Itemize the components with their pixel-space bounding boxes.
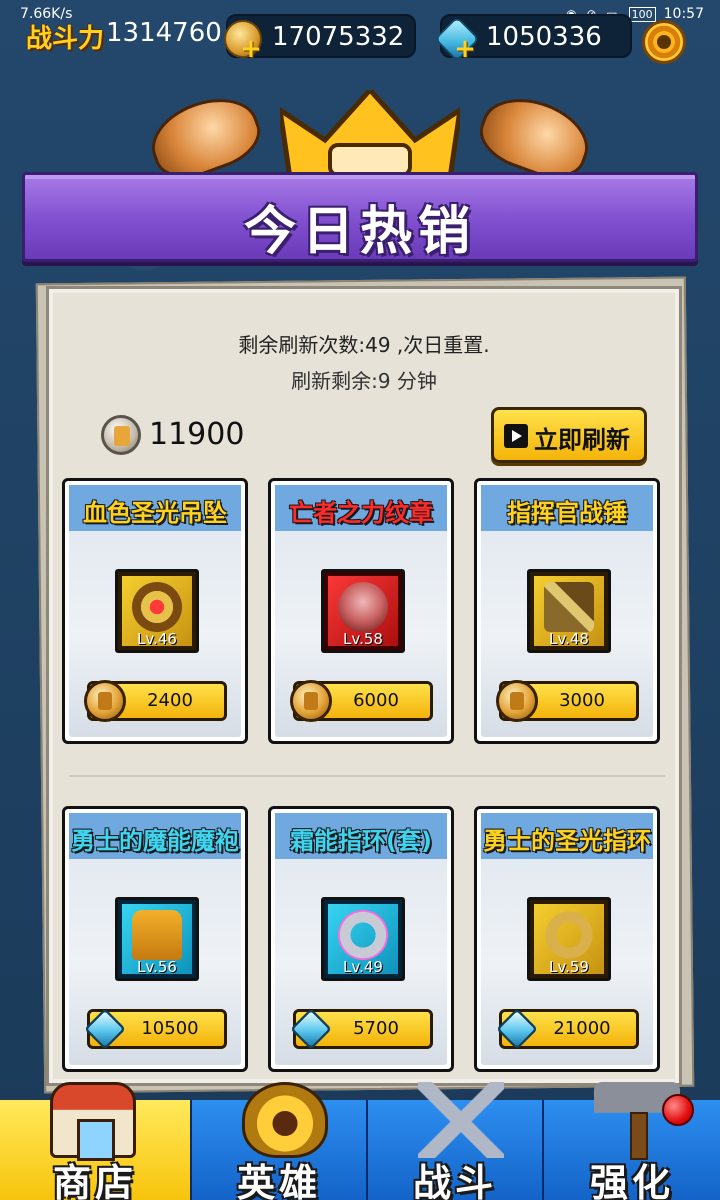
plus-icon[interactable]: + xyxy=(240,36,262,62)
item-icon xyxy=(544,910,594,960)
buy-button[interactable]: 21000 xyxy=(496,1008,639,1050)
tab-label: 强化 xyxy=(589,1160,674,1200)
banner: 今日热销 xyxy=(22,172,698,262)
item-card[interactable]: 勇士的魔能魔袍 Lv.56 10500 xyxy=(62,806,248,1072)
card-body: 血色圣光吊坠 Lv.46 2400 xyxy=(69,485,241,737)
refresh-timer-text: 刷新剩余:9 分钟 xyxy=(291,369,437,393)
item-card[interactable]: 勇士的圣光指环 Lv.59 21000 xyxy=(474,806,660,1072)
crossed-swords-icon xyxy=(418,1082,504,1158)
plus-icon[interactable]: + xyxy=(454,36,476,62)
item-price: 21000 xyxy=(553,1018,611,1039)
item-name: 指挥官战锤 xyxy=(507,499,627,527)
crown-icon xyxy=(280,90,460,180)
item-price: 10500 xyxy=(141,1018,199,1039)
buy-button[interactable]: 5700 xyxy=(290,1008,433,1050)
gold-value: 17075332 xyxy=(272,22,405,52)
item-icon xyxy=(544,582,594,632)
gem-value: 1050336 xyxy=(486,22,602,52)
item-frame[interactable]: Lv.58 xyxy=(321,569,405,653)
item-name: 勇士的圣光指环 xyxy=(483,827,651,855)
item-frame[interactable]: Lv.56 xyxy=(115,897,199,981)
item-frame[interactable]: Lv.49 xyxy=(321,897,405,981)
item-card[interactable]: 血色圣光吊坠 Lv.46 2400 xyxy=(62,478,248,744)
item-price: 5700 xyxy=(353,1018,399,1039)
item-price: 3000 xyxy=(559,690,605,711)
card-body: 勇士的圣光指环 Lv.59 21000 xyxy=(481,813,653,1065)
notification-dot xyxy=(662,1094,694,1126)
buy-button[interactable]: 6000 xyxy=(290,680,433,722)
item-level: Lv.58 xyxy=(343,630,383,648)
gold-resource[interactable]: + 17075332 xyxy=(224,14,416,62)
gem-resource[interactable]: + 1050336 xyxy=(434,14,632,62)
item-level: Lv.56 xyxy=(137,958,177,976)
tab-shop[interactable]: 商店 xyxy=(0,1082,190,1200)
item-card[interactable]: 亡者之力纹章 Lv.58 6000 xyxy=(268,478,454,744)
hero-helmet-icon xyxy=(242,1082,328,1158)
power-label: 战斗力 xyxy=(26,24,105,54)
item-card[interactable]: 指挥官战锤 Lv.48 3000 xyxy=(474,478,660,744)
item-frame[interactable]: Lv.46 xyxy=(115,569,199,653)
tab-hero[interactable]: 英雄 xyxy=(190,1082,366,1200)
item-card[interactable]: 霜能指环(套) Lv.49 5700 xyxy=(268,806,454,1072)
item-name: 勇士的魔能魔袍 xyxy=(71,827,239,855)
card-body: 勇士的魔能魔袍 Lv.56 10500 xyxy=(69,813,241,1065)
buy-button[interactable]: 2400 xyxy=(84,680,227,722)
tab-enhance[interactable]: 强化 xyxy=(542,1082,720,1200)
gear-icon[interactable] xyxy=(642,20,686,64)
power-value: 1314760 xyxy=(106,18,222,48)
card-body: 指挥官战锤 Lv.48 3000 xyxy=(481,485,653,737)
coin-icon xyxy=(101,415,141,455)
buy-button[interactable]: 3000 xyxy=(496,680,639,722)
top-resource-bar: 战斗力 1314760 + 17075332 + 1050336 xyxy=(0,8,720,64)
refresh-now-button[interactable]: 立即刷新 xyxy=(491,407,647,463)
refresh-count-text: 剩余刷新次数:49 ,次日重置. xyxy=(238,333,490,357)
item-icon xyxy=(132,910,182,960)
card-body: 亡者之力纹章 Lv.58 6000 xyxy=(275,485,447,737)
item-icon xyxy=(338,910,388,960)
bottom-nav: 商店 英雄 战斗 强化 xyxy=(0,1082,720,1200)
buy-button[interactable]: 10500 xyxy=(84,1008,227,1050)
play-icon xyxy=(504,424,528,448)
item-level: Lv.48 xyxy=(549,630,589,648)
item-name: 霜能指环(套) xyxy=(290,827,432,855)
item-level: Lv.46 xyxy=(137,630,177,648)
shop-icon xyxy=(50,1082,136,1161)
item-level: Lv.49 xyxy=(343,958,383,976)
item-level: Lv.59 xyxy=(549,958,589,976)
item-name: 亡者之力纹章 xyxy=(289,499,433,527)
tab-battle[interactable]: 战斗 xyxy=(366,1082,542,1200)
item-frame[interactable]: Lv.59 xyxy=(527,897,611,981)
item-icon xyxy=(338,582,388,632)
tab-label: 商店 xyxy=(52,1160,137,1200)
item-price: 2400 xyxy=(147,690,193,711)
item-name: 血色圣光吊坠 xyxy=(83,499,227,527)
item-price: 6000 xyxy=(353,690,399,711)
divider xyxy=(69,775,665,777)
refresh-now-label: 立即刷新 xyxy=(534,426,630,454)
coin-balance: 11900 xyxy=(149,417,245,452)
banner-title: 今日热销 xyxy=(243,201,476,262)
card-body: 霜能指环(套) Lv.49 5700 xyxy=(275,813,447,1065)
tab-label: 英雄 xyxy=(236,1160,321,1200)
item-frame[interactable]: Lv.48 xyxy=(527,569,611,653)
item-icon xyxy=(132,582,182,632)
tab-label: 战斗 xyxy=(412,1160,497,1200)
